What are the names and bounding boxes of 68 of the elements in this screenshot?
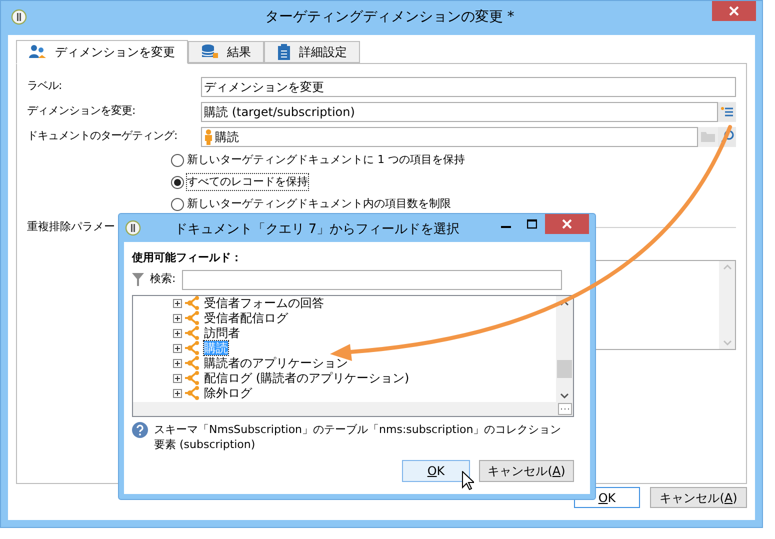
field-label: ドキュメントのターゲティング:: [27, 128, 178, 144]
app-icon: [125, 220, 141, 236]
search-field[interactable]: [182, 270, 562, 290]
tree-item[interactable]: 配信ログ (購読者のアプリケーション): [204, 371, 410, 385]
link-icon: [185, 341, 201, 355]
field-label: ディメンションを変更:: [27, 103, 136, 120]
list-icon: [721, 106, 733, 116]
tree-item[interactable]: 購読者のアプリケーション: [204, 356, 348, 370]
clipboard-icon: [277, 44, 291, 60]
dialog-title: ドキュメント「クエリ 7」からフィールドを選択: [173, 221, 461, 239]
app-icon: [11, 9, 27, 25]
expand-icon[interactable]: [173, 358, 182, 368]
scroll-thumb[interactable]: [557, 360, 572, 378]
expand-icon[interactable]: [173, 298, 182, 308]
scroll-up-icon[interactable]: [560, 300, 569, 306]
tab[interactable]: ディメンションを変更: [16, 40, 188, 64]
link-icon: [185, 326, 201, 340]
link-icon: [185, 386, 201, 400]
close-button[interactable]: [712, 1, 756, 21]
help-text: スキーマ「NmsSubscription」のテーブル「nms:subscription」のコレクション要素 (subscription): [154, 422, 562, 452]
tree-item[interactable]: 除外ログ: [204, 386, 252, 400]
close-icon: [562, 219, 572, 229]
close-button[interactable]: [545, 214, 589, 234]
mouse-cursor-icon: [462, 471, 474, 490]
radio-button[interactable]: [171, 154, 184, 166]
tree-item[interactable]: 受信者配信ログ: [204, 311, 288, 325]
tree-item[interactable]: 受信者フォームの回答: [204, 296, 324, 310]
scroll-down-icon[interactable]: [560, 392, 569, 398]
dimension-field[interactable]: 購読 (target/subscription): [201, 102, 718, 122]
expand-icon[interactable]: [173, 374, 182, 382]
expand-icon[interactable]: [173, 328, 182, 338]
tab[interactable]: 詳細設定: [264, 41, 360, 63]
database-icon: [201, 44, 219, 60]
search-label: 検索:: [150, 271, 176, 288]
radio-button[interactable]: [171, 176, 184, 188]
link-icon: [185, 371, 201, 385]
link-icon: [185, 296, 201, 310]
folder-icon: [701, 131, 715, 142]
expand-icon[interactable]: [173, 388, 182, 398]
cancel-button[interactable]: キャンセル(A): [479, 460, 574, 482]
close-icon: [729, 6, 739, 16]
radio-label: すべてのレコードを保持: [187, 174, 308, 190]
cancel-button[interactable]: キャンセル(A): [650, 487, 747, 508]
person-icon: [204, 128, 213, 144]
radio-label: 新しいターゲティングドキュメントに 1 つの項目を保持: [187, 152, 465, 168]
targeting-value: 購読: [215, 128, 239, 146]
radio-button[interactable]: [171, 198, 184, 210]
tab[interactable]: 結果: [188, 41, 264, 63]
maximize-icon: [527, 219, 537, 229]
link-icon: [185, 311, 201, 325]
tree-item[interactable]: 訪問者: [204, 326, 240, 340]
ok-button[interactable]: OK: [402, 460, 470, 482]
help-icon: [132, 422, 148, 438]
section-label: 使用可能フィールド：: [132, 250, 243, 266]
field-list-button[interactable]: [718, 102, 736, 122]
link-icon: [185, 356, 201, 370]
targeting-field[interactable]: 購読: [201, 126, 698, 146]
label-field[interactable]: ディメンションを変更: [201, 76, 736, 96]
window-title: ターゲティングディメンションの変更 *: [264, 8, 516, 27]
people-icon: [29, 44, 47, 60]
expand-icon[interactable]: [173, 314, 182, 322]
minimize-icon: [501, 226, 511, 228]
section-label: 重複排除パラメー: [27, 219, 115, 235]
field-label: ラベル:: [27, 78, 63, 94]
radio-label: 新しいターゲティングドキュメント内の項目数を制限: [187, 196, 451, 212]
horizontal-scrollbar[interactable]: [133, 402, 556, 416]
filter-icon: [132, 273, 144, 286]
expand-icon[interactable]: [173, 344, 182, 352]
